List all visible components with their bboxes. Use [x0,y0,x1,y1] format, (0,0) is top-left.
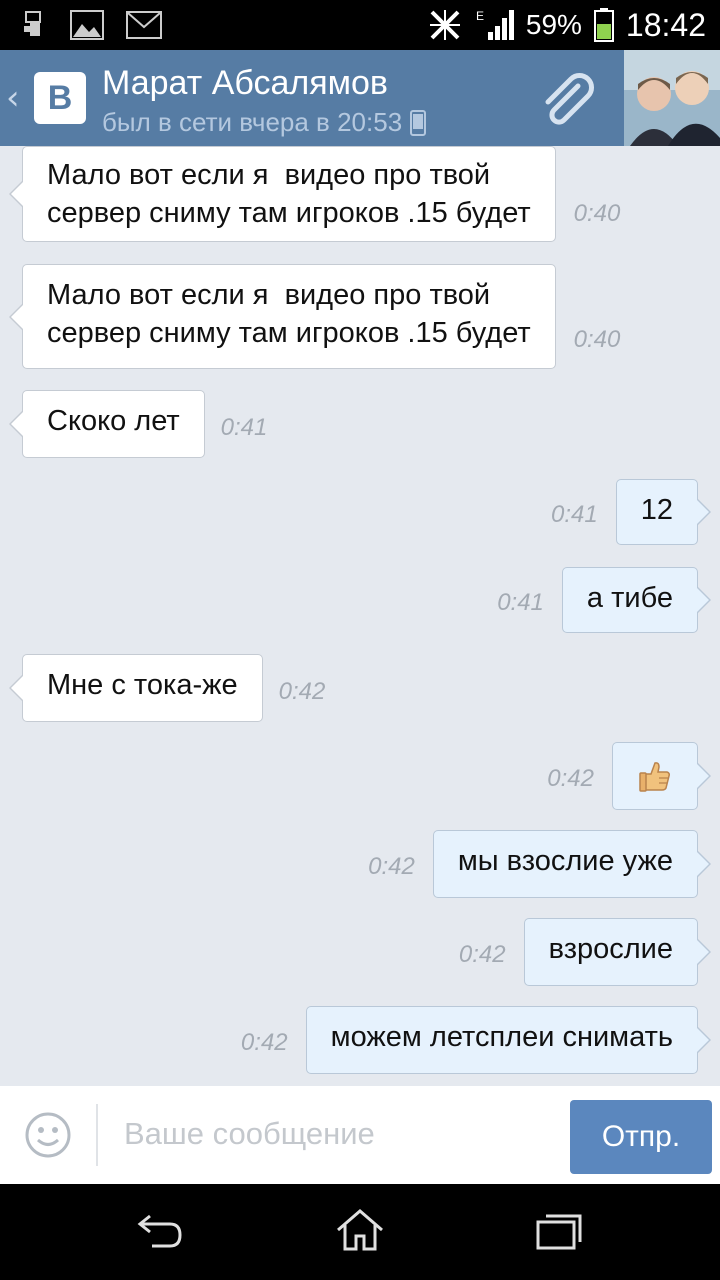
message-time: 0:40 [573,200,621,227]
message-text[interactable]: Мало вот если я видео про твой сервер сн… [9,264,556,369]
composer-divider [96,1104,98,1166]
signal-icon: E [476,9,514,40]
message-incoming: Мало вот если я видео про твой сервер сн… [9,264,621,369]
message-input[interactable]: Ваше сообщение [124,1116,375,1152]
message-text[interactable]: взрослие [523,918,712,986]
status-text: был в сети вчера в 20:53 [102,107,403,137]
message-outgoing: 0:41 12 [551,479,712,545]
message-time: 0:41 [220,414,268,441]
contact-status: был в сети вчера в 20:53 [102,107,427,138]
paperclip-icon[interactable] [538,72,598,132]
clock: 18:42 [625,6,706,43]
message-outgoing: 0:42 можем летсплеи снимать [240,1006,712,1074]
conversation-header: ‹ В Марат Абсалямов был в сети вчера в 2… [0,50,720,146]
mail-icon [126,11,162,39]
status-bar: E 59% 18:42 [0,0,720,50]
message-incoming: Мне с тока-же 0:42 [9,654,326,722]
message-text[interactable]: а тибе [561,567,712,633]
emoji-icon[interactable] [24,1111,72,1159]
message-emoji[interactable] [612,742,711,810]
contact-name[interactable]: Марат Абсалямов [102,64,388,103]
vk-logo[interactable]: В [34,72,86,124]
system-nav-bar [0,1184,720,1280]
message-text[interactable]: мы взослие уже [432,830,712,898]
message-text[interactable]: Мало вот если я видео про твой сервер сн… [9,146,556,242]
recent-apps-icon[interactable] [534,1208,586,1252]
back-chevron-icon[interactable]: ‹ [6,78,20,118]
nfc-off-icon [429,10,460,40]
message-outgoing: 0:42 взрослие [458,918,712,986]
message-time: 0:42 [547,765,594,792]
battery-icon [593,8,614,42]
message-time: 0:41 [497,589,544,616]
back-icon[interactable] [134,1208,186,1252]
thumbs-up-icon [639,762,670,792]
gallery-icon [70,10,104,40]
contact-avatar[interactable] [624,50,720,146]
message-outgoing: 0:41 а тибе [497,567,712,633]
message-incoming: Мало вот если я видео про твой сервер сн… [9,146,621,242]
phone-icon [410,109,427,136]
message-time: 0:42 [458,941,506,968]
message-text[interactable]: Скоко лет [9,390,205,458]
composer-bar: Ваше сообщение Отпр. [0,1086,720,1184]
message-time: 0:42 [278,678,326,705]
message-text[interactable]: можем летсплеи снимать [305,1006,712,1074]
message-outgoing: 0:42 мы взослие уже [368,830,712,898]
send-button[interactable]: Отпр. [570,1100,712,1174]
svg-text:E: E [476,9,484,23]
message-time: 0:42 [240,1029,288,1056]
message-time: 0:40 [573,325,621,353]
message-time: 0:41 [551,501,598,528]
message-text[interactable]: 12 [615,479,712,545]
battery-percent: 59% [525,9,582,40]
message-outgoing: 0:42 [547,742,711,810]
message-list[interactable]: Мало вот если я видео про твой сервер сн… [0,146,720,1086]
message-incoming: Скоко лет 0:41 [9,390,268,458]
home-icon[interactable] [334,1208,386,1252]
message-text[interactable]: Мне с тока-же [9,654,263,722]
message-time: 0:42 [368,853,415,880]
usb-icon [24,11,41,36]
